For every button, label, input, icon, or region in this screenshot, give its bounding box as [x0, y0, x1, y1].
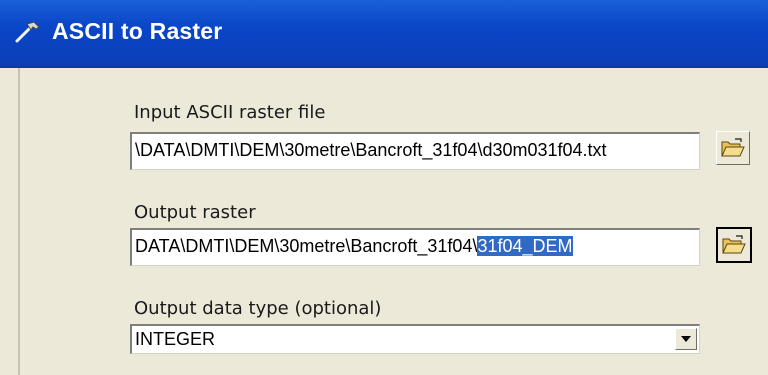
data-type-value: INTEGER — [135, 329, 216, 349]
output-raster-field[interactable]: DATA\DMTI\DEM\30metre\Bancroft_31f04\31f… — [130, 228, 700, 266]
open-folder-icon — [722, 235, 746, 254]
input-browse-button[interactable] — [716, 131, 750, 165]
data-type-dropdown-button[interactable] — [675, 328, 697, 350]
open-folder-icon — [721, 138, 745, 157]
data-type-label: Output data type (optional) — [134, 298, 382, 319]
chevron-down-icon — [681, 336, 691, 342]
window-title: ASCII to Raster — [52, 18, 223, 44]
title-bar[interactable]: ASCII to Raster — [0, 0, 768, 68]
output-raster-label: Output raster — [134, 202, 256, 223]
panel-divider — [18, 68, 20, 375]
dialog-panel: Input ASCII raster file \DATA\DMTI\DEM\3… — [0, 68, 768, 375]
output-raster-selected-text: 31f04_DEM — [477, 236, 573, 256]
output-browse-button[interactable] — [716, 227, 752, 263]
output-raster-value: DATA\DMTI\DEM\30metre\Bancroft_31f04\ — [135, 236, 478, 256]
input-file-label: Input ASCII raster file — [134, 102, 326, 123]
input-file-field[interactable]: \DATA\DMTI\DEM\30metre\Bancroft_31f04\d3… — [130, 132, 700, 170]
data-type-select[interactable]: INTEGER — [130, 324, 700, 354]
hammer-icon — [15, 21, 40, 43]
input-file-value: \DATA\DMTI\DEM\30metre\Bancroft_31f04\d3… — [135, 140, 607, 160]
